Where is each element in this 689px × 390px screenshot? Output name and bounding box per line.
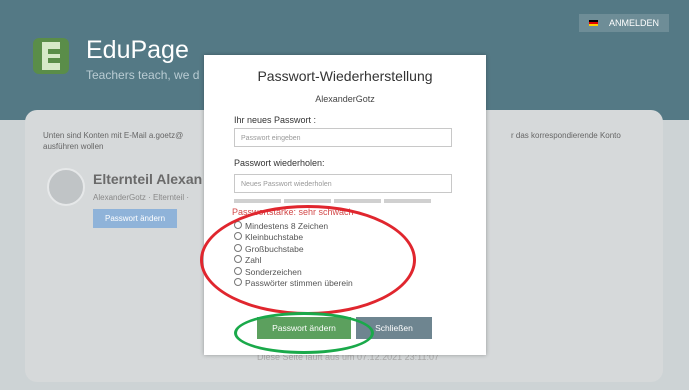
background-change-password-button[interactable]: Passwort ändern: [93, 209, 177, 228]
login-button-label: ANMELDEN: [609, 18, 660, 28]
new-password-label: Ihr neues Passwort :: [234, 115, 317, 125]
edupage-logo-icon: [33, 38, 69, 74]
brand-tagline: Teachers teach, we d: [86, 68, 200, 82]
parent-account-name: Elternteil Alexan: [93, 171, 203, 187]
dialog-title: Passwort-Wiederherstellung: [257, 68, 433, 84]
repeat-password-input[interactable]: Neues Passwort wiederholen: [234, 174, 452, 193]
new-password-input[interactable]: Passwort eingeben: [234, 128, 452, 147]
password-strength-meter: [234, 199, 454, 203]
repeat-password-label: Passwort wiederholen:: [234, 158, 325, 168]
avatar: [47, 168, 85, 206]
german-flag-icon: [589, 20, 598, 26]
accounts-info-text-right: r das korrespondierende Konto: [511, 131, 621, 140]
login-button[interactable]: ANMELDEN: [579, 14, 669, 32]
parent-account-subtitle: AlexanderGotz · Elternteil ·: [93, 193, 190, 202]
green-highlight-ellipse: [234, 312, 374, 354]
red-highlight-ellipse: [200, 205, 416, 315]
dialog-username: AlexanderGotz: [315, 94, 375, 104]
brand-name: EduPage: [86, 36, 189, 64]
